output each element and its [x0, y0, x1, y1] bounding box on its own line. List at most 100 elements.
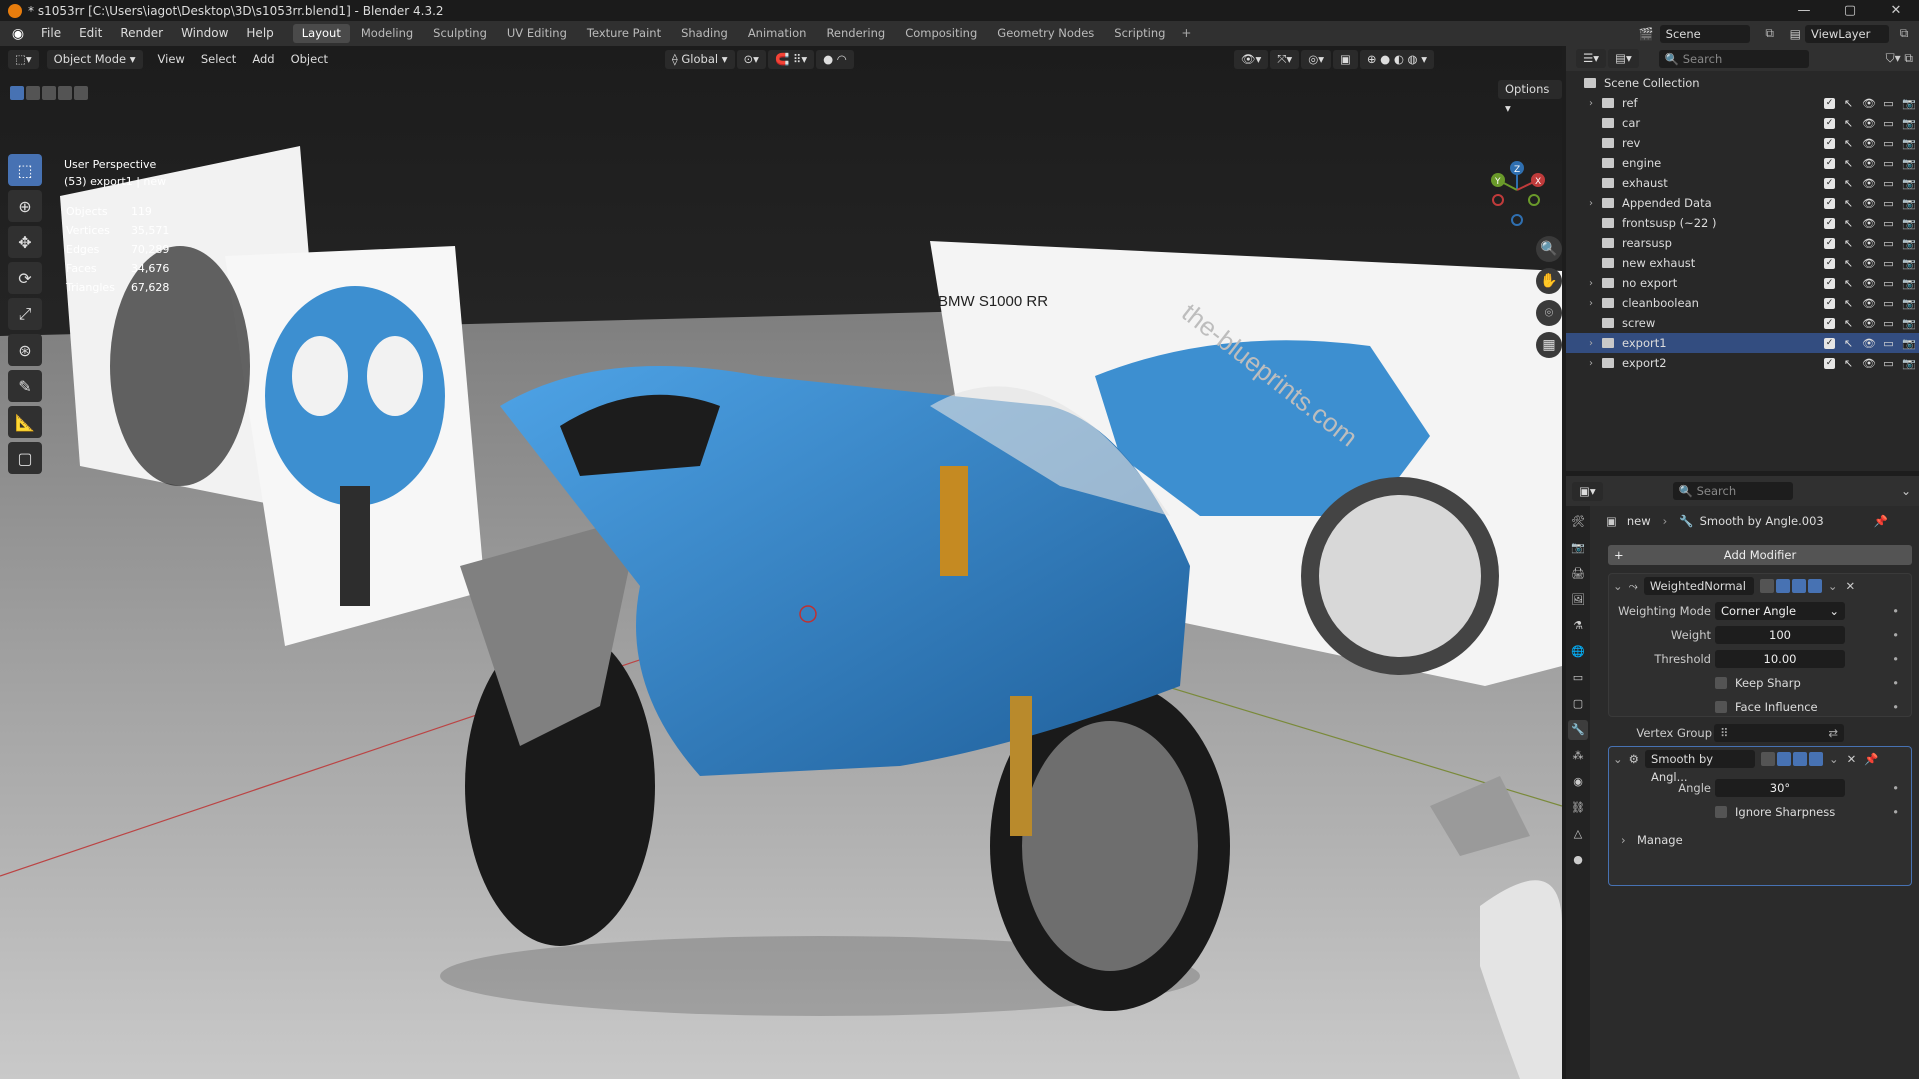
pin-modifier-icon[interactable]: 📌 — [1864, 752, 1878, 766]
tab-geometry-nodes[interactable]: Geometry Nodes — [988, 24, 1104, 43]
selectable-arrow-icon[interactable]: ↖ — [1842, 337, 1855, 350]
world-tab-icon[interactable]: 🌐 — [1568, 642, 1588, 662]
close-button[interactable]: ✕ — [1873, 0, 1919, 21]
data-tab-icon[interactable]: △ — [1568, 824, 1588, 844]
visibility-eye-icon[interactable]: 👁 — [1862, 137, 1876, 150]
scene-tab-icon[interactable]: ⚗ — [1568, 616, 1588, 636]
render-camera-icon[interactable]: 📷 — [1902, 97, 1916, 110]
viewport-menu-add[interactable]: Add — [245, 50, 281, 69]
outliner-item-cleanboolean[interactable]: › cleanboolean ✓ ↖ 👁 ▭ 📷 — [1566, 293, 1919, 313]
blender-menu-icon[interactable]: ◉ — [10, 26, 26, 42]
move-tool-icon[interactable]: ✥ — [8, 226, 42, 258]
weighting-mode-select[interactable]: Corner Angle ⌄ — [1715, 602, 1845, 620]
3d-viewport[interactable]: BMW S1000 RR the-blueprints.com ⬚▾ Objec… — [0, 46, 1562, 1079]
constraints-tab-icon[interactable]: ⛓ — [1568, 798, 1588, 818]
select-box-tool-icon[interactable]: ⬚ — [8, 154, 42, 186]
scene-collection-row[interactable]: Scene Collection — [1566, 73, 1919, 93]
viewport-monitor-icon[interactable]: ▭ — [1882, 317, 1895, 330]
outliner-search[interactable]: 🔍 Search — [1658, 49, 1809, 68]
collapse-chevron-icon[interactable]: ⌄ — [1613, 752, 1623, 766]
selectable-arrow-icon[interactable]: ↖ — [1842, 97, 1855, 110]
collection-tab-icon[interactable]: ▭ — [1568, 668, 1588, 688]
render-camera-icon[interactable]: 📷 — [1902, 317, 1916, 330]
properties-editor-type[interactable]: ▣▾ — [1572, 481, 1603, 501]
exclude-checkbox[interactable]: ✓ — [1824, 237, 1835, 249]
measure-tool-icon[interactable]: 📐 — [8, 406, 42, 438]
render-camera-icon[interactable]: 📷 — [1902, 337, 1916, 350]
pan-hand-icon[interactable]: ✋ — [1536, 268, 1562, 294]
outliner-item-export1[interactable]: › export1 ✓ ↖ 👁 ▭ 📷 — [1566, 333, 1919, 353]
expand-arrow-icon[interactable]: › — [1584, 298, 1598, 309]
tab-texture-paint[interactable]: Texture Paint — [577, 24, 671, 43]
shading-modes[interactable]: ⊕ ● ◐ ◍ ▾ — [1359, 49, 1435, 69]
outliner-item-engine[interactable]: engine ✓ ↖ 👁 ▭ 📷 — [1566, 153, 1919, 173]
tab-rendering[interactable]: Rendering — [817, 24, 895, 43]
visibility-eye-icon[interactable]: 👁 — [1862, 317, 1876, 330]
tab-scripting[interactable]: Scripting — [1105, 24, 1175, 43]
selectable-arrow-icon[interactable]: ↖ — [1842, 237, 1855, 250]
threshold-field[interactable]: 10.00 — [1715, 650, 1845, 668]
outliner-item-car[interactable]: car ✓ ↖ 👁 ▭ 📷 — [1566, 113, 1919, 133]
outliner-item-new-exhaust[interactable]: new exhaust ✓ ↖ 👁 ▭ 📷 — [1566, 253, 1919, 273]
selectable-arrow-icon[interactable]: ↖ — [1842, 117, 1855, 130]
visibility-eye-icon[interactable]: 👁 — [1862, 297, 1876, 310]
visibility-eye-icon[interactable]: 👁 — [1862, 177, 1876, 190]
viewport-monitor-icon[interactable]: ▭ — [1882, 357, 1895, 370]
properties-search[interactable]: 🔍 Search — [1672, 482, 1793, 500]
exclude-checkbox[interactable]: ✓ — [1824, 197, 1835, 209]
gizmo-neg-x[interactable] — [1492, 194, 1504, 206]
options-button[interactable]: Options ▾ — [1498, 80, 1562, 115]
select-subtract-icon[interactable] — [42, 86, 56, 100]
maximize-button[interactable]: ▢ — [1827, 0, 1873, 21]
editor-type-button[interactable]: ⬚▾ — [8, 49, 39, 69]
proportional-editing-icon[interactable]: ● ◠ — [816, 49, 854, 69]
gizmo-toggle-icon[interactable]: ⤧▾ — [1270, 49, 1300, 69]
menu-render[interactable]: Render — [111, 21, 172, 46]
outliner-item-rev[interactable]: rev ✓ ↖ 👁 ▭ 📷 — [1566, 133, 1919, 153]
tab-modeling[interactable]: Modeling — [351, 24, 423, 43]
rotate-tool-icon[interactable]: ⟳ — [8, 262, 42, 294]
viewport-monitor-icon[interactable]: ▭ — [1882, 257, 1895, 270]
transform-tool-icon[interactable]: ⊛ — [8, 334, 42, 366]
visibility-eye-icon[interactable]: 👁 — [1862, 337, 1876, 350]
gizmo-neg-y[interactable] — [1528, 194, 1540, 206]
viewport-monitor-icon[interactable]: ▭ — [1882, 277, 1895, 290]
viewport-menu-view[interactable]: View — [151, 50, 192, 69]
selectable-arrow-icon[interactable]: ↖ — [1842, 257, 1855, 270]
camera-view-icon[interactable]: ⌾ — [1536, 300, 1562, 326]
render-camera-icon[interactable]: 📷 — [1902, 237, 1916, 250]
tab-animation[interactable]: Animation — [738, 24, 816, 43]
pin-icon[interactable]: 📌 — [1874, 514, 1888, 528]
menu-file[interactable]: File — [32, 21, 70, 46]
render-camera-icon[interactable]: 📷 — [1902, 357, 1916, 370]
viewport-monitor-icon[interactable]: ▭ — [1882, 117, 1895, 130]
invert-vertex-group-icon[interactable]: ⇄ — [1828, 724, 1838, 742]
selectable-arrow-icon[interactable]: ↖ — [1842, 217, 1855, 230]
select-extend-icon[interactable] — [26, 86, 40, 100]
vertex-group-field[interactable]: ⠿ ⇄ — [1714, 724, 1844, 742]
keyframe-dot-icon[interactable]: • — [1892, 652, 1899, 666]
minimize-button[interactable]: — — [1781, 0, 1827, 21]
outliner-item-rearsusp[interactable]: rearsusp ✓ ↖ 👁 ▭ 📷 — [1566, 233, 1919, 253]
tool-tab-icon[interactable]: 🛠 — [1568, 512, 1588, 532]
visibility-eye-icon[interactable]: 👁 — [1862, 237, 1876, 250]
expand-arrow-icon[interactable]: › — [1584, 278, 1598, 289]
scene-new-icon[interactable]: ⧉ — [1750, 26, 1790, 41]
viewport-monitor-icon[interactable]: ▭ — [1882, 97, 1895, 110]
exclude-checkbox[interactable]: ✓ — [1824, 117, 1835, 129]
pivot-point-icon[interactable]: ⊙▾ — [736, 49, 766, 69]
outliner-item-export2[interactable]: › export2 ✓ ↖ 👁 ▭ 📷 — [1566, 353, 1919, 373]
outliner-editor-type[interactable]: ☰▾ — [1576, 49, 1607, 68]
render-camera-icon[interactable]: 📷 — [1902, 257, 1916, 270]
viewport-monitor-icon[interactable]: ▭ — [1882, 177, 1895, 190]
outliner-item-screw[interactable]: screw ✓ ↖ 👁 ▭ 📷 — [1566, 313, 1919, 333]
visibility-icon[interactable]: 👁▾ — [1233, 49, 1269, 69]
keyframe-dot-icon[interactable]: • — [1892, 781, 1899, 795]
visibility-eye-icon[interactable]: 👁 — [1862, 277, 1876, 290]
tab-layout[interactable]: Layout — [292, 24, 350, 43]
select-intersect-icon[interactable] — [74, 86, 88, 100]
perspective-toggle-icon[interactable]: ▦ — [1536, 332, 1562, 358]
properties-options-icon[interactable]: ⌄ — [1901, 484, 1911, 498]
snap-icon[interactable]: 🧲 ⠿▾ — [767, 49, 815, 69]
keyframe-dot-icon[interactable]: • — [1892, 604, 1899, 618]
